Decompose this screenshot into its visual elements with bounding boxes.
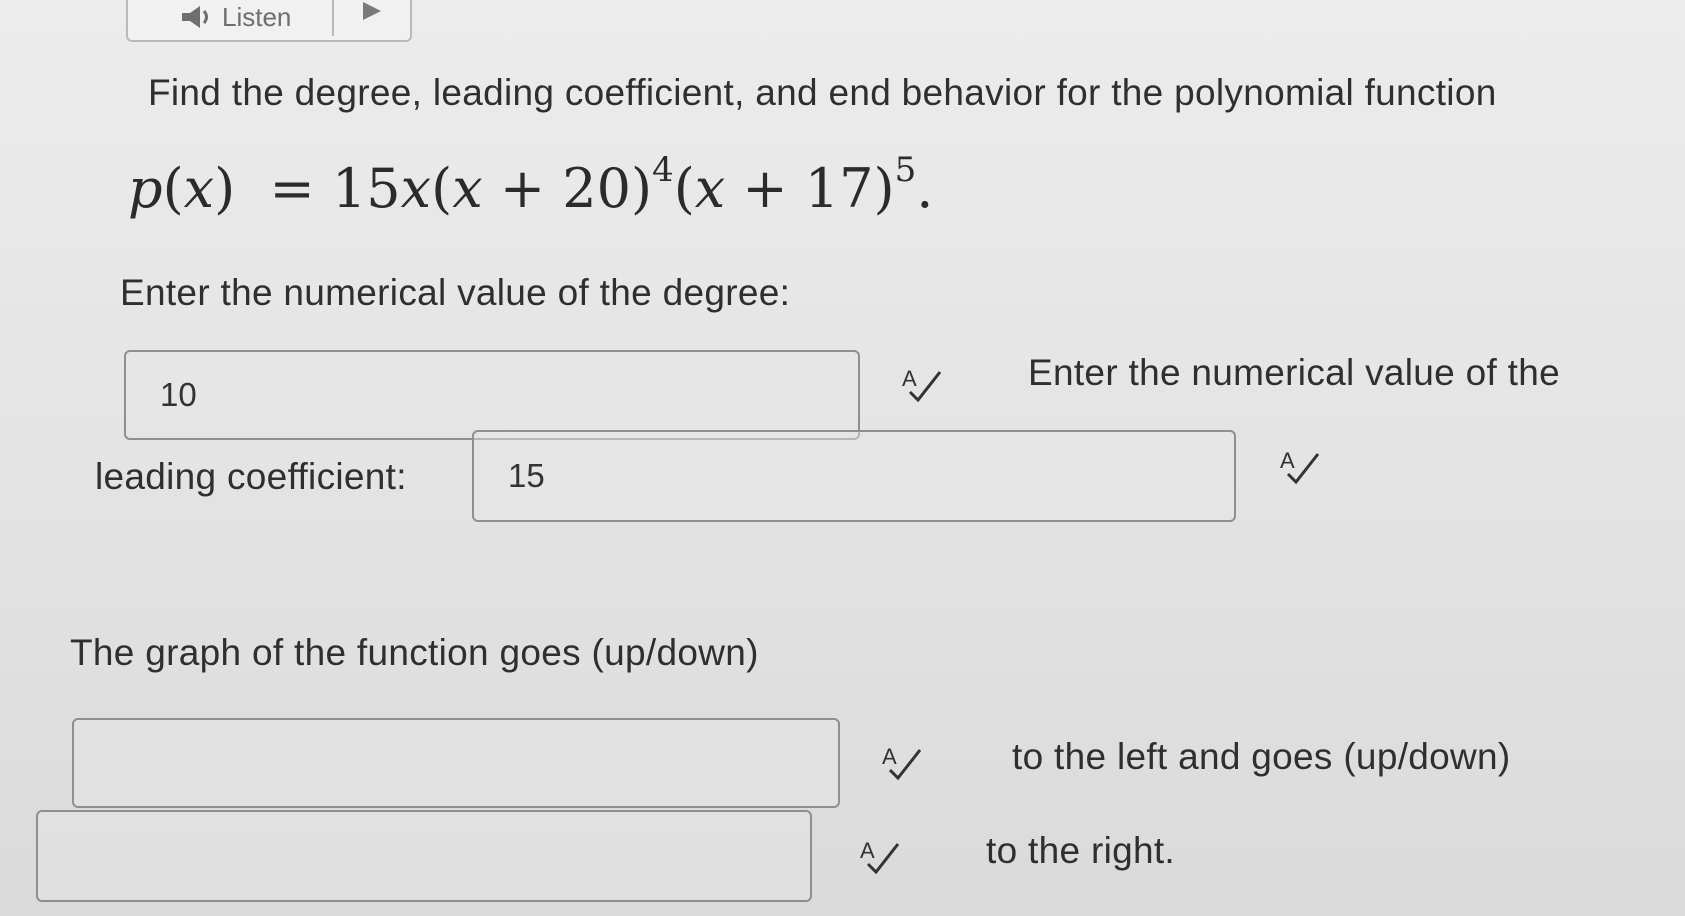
- formula-exp1: 4: [652, 150, 674, 190]
- svg-text:A: A: [1280, 448, 1295, 473]
- leading-coefficient-prompt-part2: leading coefficient:: [95, 456, 407, 497]
- spellcheck-icon[interactable]: A: [858, 838, 904, 878]
- formula-x: x: [400, 157, 432, 220]
- degree-input-value: 10: [160, 376, 197, 413]
- left-behavior-input[interactable]: [72, 718, 840, 808]
- end-behavior-end-text: to the right.: [986, 830, 1176, 871]
- leading-coefficient-input-value: 15: [508, 457, 545, 494]
- spellcheck-icon[interactable]: A: [880, 744, 926, 784]
- polynomial-formula: p(x) = 15x(x + 20)4(x + 17)5.: [128, 150, 933, 220]
- formula-factor1: (x + 20): [431, 157, 653, 220]
- formula-exp2: 5: [894, 150, 917, 190]
- end-behavior-prompt: The graph of the function goes (up/down): [70, 632, 759, 673]
- svg-text:A: A: [860, 838, 875, 863]
- formula-equals: =: [252, 157, 332, 220]
- formula-coef: 15: [331, 157, 401, 220]
- degree-input[interactable]: 10: [124, 350, 860, 440]
- leading-coefficient-input[interactable]: 15: [472, 430, 1236, 522]
- speaker-icon: [182, 6, 208, 28]
- degree-prompt: Enter the numerical value of the degree:: [120, 272, 791, 313]
- question-intro: Find the degree, leading coefficient, an…: [148, 72, 1497, 113]
- listen-label: Listen: [222, 1, 292, 32]
- leading-coefficient-prompt-part1: Enter the numerical value of the: [1028, 352, 1561, 393]
- listen-button[interactable]: Listen: [126, 0, 412, 42]
- svg-text:A: A: [902, 366, 917, 391]
- listen-divider: [332, 0, 334, 36]
- right-behavior-input[interactable]: [36, 810, 812, 902]
- play-icon[interactable]: [360, 0, 384, 22]
- formula-end: .: [916, 157, 934, 220]
- formula-factor2: (x + 17): [673, 157, 895, 220]
- spellcheck-icon[interactable]: A: [1278, 448, 1324, 488]
- svg-text:A: A: [882, 744, 897, 769]
- end-behavior-middle-text: to the left and goes (up/down): [1012, 736, 1511, 777]
- spellcheck-icon[interactable]: A: [900, 366, 946, 406]
- formula-lhs: p(x): [128, 157, 236, 220]
